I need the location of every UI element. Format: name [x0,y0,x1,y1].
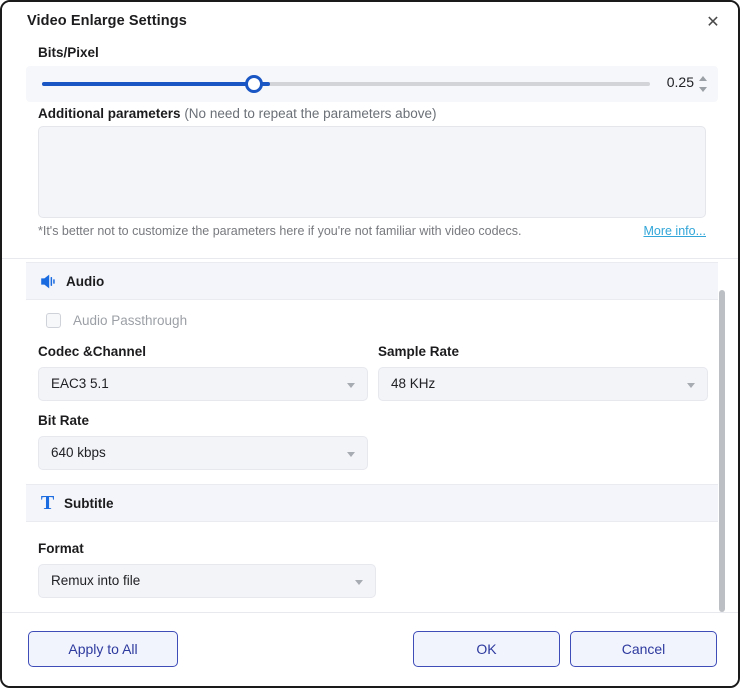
subtitle-section-header: T Subtitle [26,484,718,522]
chevron-down-icon [687,383,695,388]
dialog-titlebar: Video Enlarge Settings ✕ [2,2,738,42]
settings-scroll-area: Bits/Pixel Additional parameters (No nee… [2,40,738,614]
codec-channel-dropdown[interactable]: EAC3 5.1 [38,367,368,401]
subtitle-format-value: Remux into file [51,573,141,588]
sample-rate-dropdown[interactable]: 48 KHz [378,367,708,401]
bit-rate-dropdown[interactable]: 640 kbps [38,436,368,470]
sample-rate-label: Sample Rate [378,344,460,359]
spinner-up-icon[interactable] [699,76,707,81]
audio-section-title: Audio [66,273,105,289]
codec-footnote-row: *It's better not to customize the parame… [38,224,706,238]
codec-channel-label: Codec &Channel [38,344,147,359]
text-format-icon: T [40,491,55,514]
bits-pixel-label: Bits/Pixel [38,45,99,60]
bits-pixel-slider-track[interactable] [42,82,650,86]
speaker-icon [40,274,57,289]
additional-parameters-label: Additional parameters (No need to repeat… [38,106,436,121]
audio-passthrough-label: Audio Passthrough [73,313,188,328]
bits-pixel-slider-thumb[interactable] [245,75,263,93]
codec-footnote-text: *It's better not to customize the parame… [38,224,522,238]
video-enlarge-settings-dialog: Video Enlarge Settings ✕ Bits/Pixel Addi… [0,0,740,688]
bits-pixel-slider-row [26,66,718,102]
bit-rate-value: 640 kbps [51,445,106,460]
cancel-button[interactable]: Cancel [570,631,717,667]
subtitle-section-title: Subtitle [64,495,114,511]
section-divider-video [2,258,738,259]
close-icon[interactable]: ✕ [700,11,726,35]
scrollbar-thumb[interactable] [719,290,725,612]
spinner-down-icon[interactable] [699,87,707,92]
sample-rate-value: 48 KHz [391,376,436,391]
bits-pixel-spinner [699,74,709,94]
chevron-down-icon [347,452,355,457]
bit-rate-label: Bit Rate [38,413,90,428]
subtitle-format-dropdown[interactable]: Remux into file [38,564,376,598]
apply-to-all-button[interactable]: Apply to All [28,631,178,667]
chevron-down-icon [347,383,355,388]
ok-button[interactable]: OK [413,631,560,667]
audio-section-header: Audio [26,262,718,300]
additional-parameters-hint: (No need to repeat the parameters above) [184,106,437,121]
additional-parameters-title: Additional parameters [38,106,181,121]
more-info-link[interactable]: More info... [643,224,706,238]
settings-scrollbar[interactable] [719,254,725,612]
dialog-footer: Apply to All OK Cancel [2,612,738,686]
bits-pixel-value-input[interactable] [654,74,694,90]
additional-parameters-input[interactable] [38,126,706,218]
subtitle-format-label: Format [38,541,84,556]
audio-passthrough-checkbox[interactable] [46,313,61,328]
chevron-down-icon [355,580,363,585]
codec-channel-value: EAC3 5.1 [51,376,109,391]
audio-passthrough-row[interactable]: Audio Passthrough [46,313,187,328]
bits-pixel-slider-fill [42,82,270,86]
dialog-title: Video Enlarge Settings [27,13,187,29]
